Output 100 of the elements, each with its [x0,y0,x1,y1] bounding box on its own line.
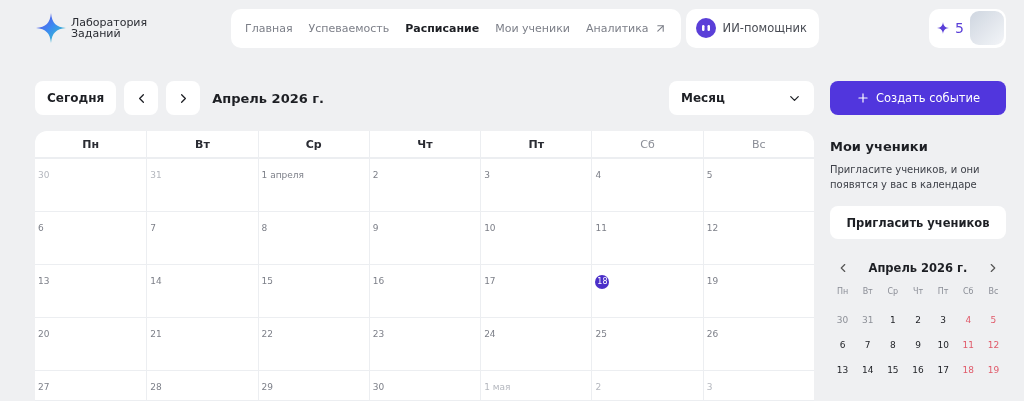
mini-day[interactable]: 2 [905,313,931,338]
points-count: 5 [955,20,964,36]
next-button[interactable] [166,81,201,115]
day-cell[interactable]: 17 [480,265,592,318]
day-number: 22 [261,329,273,339]
weekday-header: Пт [480,131,592,159]
day-cell[interactable]: 19 [702,265,814,318]
students-title: Мои ученики [830,139,929,154]
mini-day[interactable]: 12 [980,338,1006,363]
day-number: 10 [484,223,496,233]
day-number: 6 [38,223,44,233]
nav-link[interactable]: Успеваемость [300,21,398,35]
mini-day[interactable]: 14 [855,363,881,388]
nav-link[interactable]: Аналитика [578,21,675,35]
day-cell[interactable]: 25 [591,318,703,371]
day-cell[interactable]: 13 [35,265,147,318]
weekday-header: Вс [702,131,814,159]
mini-day[interactable]: 8 [880,338,906,363]
day-number: 11 [595,223,607,233]
mini-day[interactable]: 5 [980,313,1006,338]
weekday-header: Ср [257,131,369,159]
star-logo-icon [35,12,67,44]
invite-button[interactable]: Пригласить учеников [830,206,1006,239]
mini-day[interactable]: 19 [980,363,1006,388]
logo-text: Лаборатория Заданий [71,17,148,39]
day-cell[interactable]: 1 апреля [257,159,369,212]
day-number: 24 [484,329,496,339]
mini-calendar-title: Апрель 2026 г. [868,261,968,275]
day-number: 26 [706,329,719,339]
mini-day[interactable]: 17 [930,363,956,388]
weekday-label: Пн [835,286,850,298]
day-number: 8 [261,223,268,233]
nav-link[interactable]: Расписание [397,21,488,35]
day-cell[interactable]: 30 [368,371,481,401]
day-cell[interactable]: 9 [368,212,481,265]
mini-day[interactable]: 10 [930,338,956,363]
robot-face-icon [695,18,716,38]
today-button[interactable]: Сегодня [35,81,117,115]
weekday-header: Вт [146,131,258,159]
mini-day[interactable]: 7 [855,338,881,363]
create-event-button[interactable]: Создать событие [830,81,1006,115]
day-cell[interactable]: 7 [146,212,258,265]
nav-link[interactable]: Мои ученики [487,21,578,35]
nav-link[interactable]: Главная [237,21,301,35]
sparkle-icon [937,22,950,34]
mini-day[interactable]: 9 [905,338,931,363]
weekday-label: Вс [987,286,1000,298]
day-number: 30 [372,382,385,392]
day-cell[interactable]: 10 [480,212,592,265]
weekday-header: Пн [35,131,147,159]
mini-day[interactable]: 13 [830,363,856,388]
day-cell[interactable]: 5 [702,159,814,212]
day-cell[interactable]: 22 [257,318,369,371]
day-number: 25 [595,329,607,339]
weekday-label: Пт [936,286,950,298]
day-number: 27 [38,382,50,392]
day-cell[interactable]: 3 [480,159,592,212]
day-cell[interactable]: 23 [368,318,481,371]
day-cell[interactable]: 12 [702,212,814,265]
day-number: 28 [150,382,162,392]
assistant-button[interactable]: ИИ-помощник [685,8,819,48]
day-cell[interactable]: 15 [257,265,369,318]
mini-day[interactable]: 3 [930,313,956,338]
day-number: 29 [261,382,273,392]
mini-day[interactable]: 18 [955,363,981,388]
mini-day[interactable]: 15 [880,363,906,388]
day-cell[interactable]: 8 [257,212,369,265]
day-number: 21 [150,329,162,339]
day-number: 14 [150,276,162,286]
mini-day[interactable]: 6 [830,338,856,363]
day-cell[interactable]: 27 [35,371,147,401]
avatar[interactable] [970,11,1004,45]
mini-day[interactable]: 1 [880,313,906,338]
day-cell[interactable]: 4 [591,159,703,212]
previous-button[interactable] [124,81,159,115]
day-number: 3 [484,170,490,180]
mini-day[interactable]: 4 [955,313,981,338]
view-select[interactable]: Месяц [669,81,814,115]
mini-day[interactable]: 30 [830,313,856,338]
day-cell[interactable]: 14 [146,265,258,318]
mini-day[interactable]: 11 [955,338,981,363]
mini-day[interactable]: 31 [855,313,881,338]
day-cell[interactable]: 11 [591,212,703,265]
day-cell[interactable]: 29 [257,371,369,401]
day-number: 9 [372,223,379,233]
day-number: 7 [150,223,156,233]
day-cell[interactable]: 26 [702,318,814,371]
day-cell[interactable]: 20 [35,318,147,371]
day-cell[interactable]: 16 [368,265,481,318]
students-hint: Пригласите учеников, и они появятся у вас в календаре [830,163,981,192]
mini-day[interactable]: 16 [905,363,931,388]
day-cell[interactable]: 21 [146,318,258,371]
day-cell[interactable]: 2 [368,159,481,212]
day-cell[interactable]: 18 [591,265,703,318]
day-number: 2 [595,382,602,392]
day-cell[interactable]: 28 [146,371,258,401]
day-number: 17 [484,276,496,286]
day-cell[interactable]: 6 [35,212,147,265]
day-number: 2 [372,170,379,180]
day-cell[interactable]: 24 [480,318,592,371]
